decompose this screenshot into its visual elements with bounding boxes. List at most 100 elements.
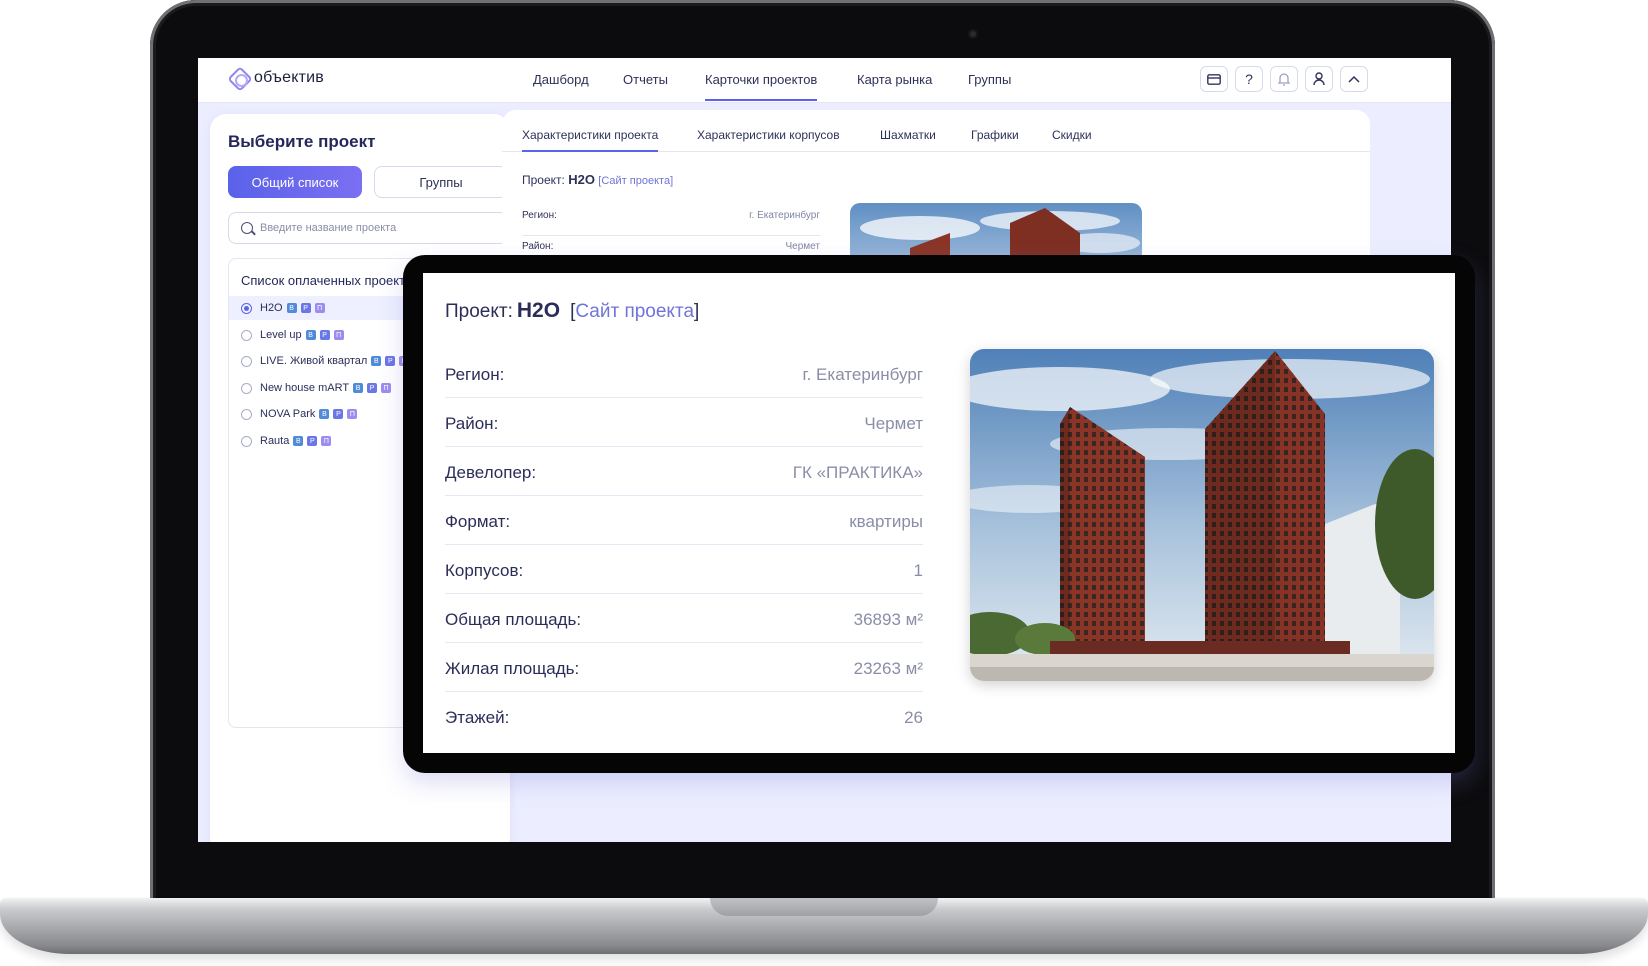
camera-icon (968, 29, 978, 39)
notifications-button[interactable] (1270, 66, 1298, 92)
info-row-district: Район: Чермет (445, 398, 923, 447)
tab-building-characteristics[interactable]: Характеристики корпусов (697, 128, 840, 142)
card-icon (1207, 73, 1221, 85)
collapse-button[interactable] (1340, 66, 1368, 92)
info-row-floors: Этажей: 26 (445, 692, 923, 741)
field-value: ГК «ПРАКТИКА» (792, 463, 923, 482)
info-row-living-area: Жилая площадь: 23263 м² (445, 643, 923, 692)
project-name: Rauta (260, 435, 290, 447)
bracket-close: ] (670, 175, 674, 187)
tag-s: П (381, 383, 392, 393)
site-link-text: Сайт проекта (601, 175, 671, 187)
tag-p: Р (319, 330, 330, 340)
field-key: Общая площадь: (445, 610, 582, 629)
tag-p: Р (300, 303, 311, 313)
tag-p: Р (307, 436, 318, 446)
project-heading: Проект: H2O [Сайт проекта] (445, 299, 699, 323)
nav-groups[interactable]: Группы (968, 72, 1011, 87)
field-key: Регион: (445, 365, 505, 384)
field-value: 1 (913, 561, 923, 580)
radio[interactable] (241, 435, 252, 447)
zoomed-project-card-frame: Проект: H2O [Сайт проекта] Регион: г. Екат… (403, 255, 1475, 773)
nav-reports[interactable]: Отчеты (623, 72, 668, 87)
small-row-region: Регион: г. Екатеринбург (522, 210, 820, 236)
tag-b: В (319, 409, 330, 419)
search-icon (241, 222, 253, 234)
radio[interactable] (241, 329, 252, 341)
project-name: H2O (568, 172, 595, 187)
top-navigation-bar: объектив Дашборд Отчеты Карточки проекто… (198, 58, 1451, 102)
tag-p: Р (367, 383, 378, 393)
tag-b: В (371, 356, 382, 366)
tab-project-characteristics[interactable]: Характеристики проекта (522, 128, 659, 152)
tag-b: В (305, 330, 316, 340)
bracket-close: ] (694, 301, 700, 322)
tag-s: П (333, 330, 344, 340)
project-name: New house mART (260, 382, 350, 394)
info-row-region: Регион: г. Екатеринбург (445, 349, 923, 398)
tag-p: Р (385, 356, 396, 366)
small-project-heading: Проект: H2O [Сайт проекта] (522, 172, 673, 187)
radio[interactable] (241, 408, 252, 420)
tag-s: П (321, 436, 332, 446)
project-name: NOVA Park (260, 408, 316, 420)
tag-b: В (353, 383, 364, 393)
card-button[interactable] (1200, 66, 1228, 92)
tag-b: В (286, 303, 297, 313)
field-key: Формат: (445, 512, 511, 531)
info-row-developer: Девелопер: ГК «ПРАКТИКА» (445, 447, 923, 496)
project-card: Проект: H2O [Сайт проекта] Регион: г. Екат… (423, 273, 1455, 753)
bell-icon (1278, 73, 1290, 86)
tab-charts[interactable]: Графики (971, 128, 1019, 142)
details-tabs: Характеристики проекта Характеристики ко… (502, 110, 1370, 152)
info-row-format: Формат: квартиры (445, 496, 923, 545)
nav-project-cards[interactable]: Карточки проектов (705, 72, 818, 101)
radio[interactable] (241, 355, 252, 367)
help-icon: ? (1245, 71, 1253, 87)
search-placeholder: Введите название проекта (260, 222, 397, 234)
groups-button[interactable]: Группы (374, 166, 508, 198)
field-value: г. Екатеринбург (802, 365, 923, 384)
project-name: H2O (260, 302, 283, 314)
field-value: 23263 м² (853, 659, 923, 678)
tab-chessboards[interactable]: Шахматки (880, 128, 936, 142)
tab-discounts[interactable]: Скидки (1052, 128, 1092, 142)
field-value: Чермет (864, 414, 923, 433)
profile-button[interactable] (1305, 66, 1333, 92)
radio[interactable] (241, 382, 252, 394)
project-name: LIVE. Живой квартал (260, 355, 368, 367)
user-icon (1313, 72, 1325, 86)
field-value: квартиры (849, 512, 923, 531)
field-value: 26 (904, 708, 923, 727)
field-key: Жилая площадь: (445, 659, 580, 678)
tag-p: Р (333, 409, 344, 419)
nav-dashboard[interactable]: Дашборд (533, 72, 589, 87)
field-key: Девелопер: (445, 463, 537, 482)
radio-selected[interactable] (241, 302, 252, 314)
tag-b: В (293, 436, 304, 446)
project-prefix: Проект: (445, 301, 513, 322)
info-row-buildings: Корпусов: 1 (445, 545, 923, 594)
field-key: Район: (522, 241, 554, 252)
project-site-link[interactable]: [Сайт проекта] (570, 301, 699, 322)
chevron-up-icon (1348, 75, 1360, 83)
help-button[interactable]: ? (1235, 66, 1263, 92)
field-key: Корпусов: (445, 561, 524, 580)
project-name: Level up (260, 329, 302, 341)
tag-s: П (347, 409, 358, 419)
info-row-total-area: Общая площадь: 36893 м² (445, 594, 923, 643)
main-nav: Дашборд Отчеты Карточки проектов Карта р… (198, 58, 1451, 102)
project-photo (970, 349, 1434, 681)
nav-market-map[interactable]: Карта рынка (857, 72, 932, 87)
project-site-link[interactable]: [Сайт проекта] (598, 175, 673, 187)
field-key: Район: (445, 414, 499, 433)
site-link-text: Сайт проекта (575, 301, 695, 322)
building-photo (970, 349, 1434, 681)
field-key: Этажей: (445, 708, 510, 727)
list-title: Список оплаченных проектов (241, 273, 419, 288)
laptop-notch (710, 898, 938, 916)
field-value: Чермет (785, 241, 820, 252)
project-search-input[interactable]: Введите название проекта (228, 212, 508, 244)
all-list-button[interactable]: Общий список (228, 166, 362, 198)
field-key: Регион: (522, 210, 557, 221)
